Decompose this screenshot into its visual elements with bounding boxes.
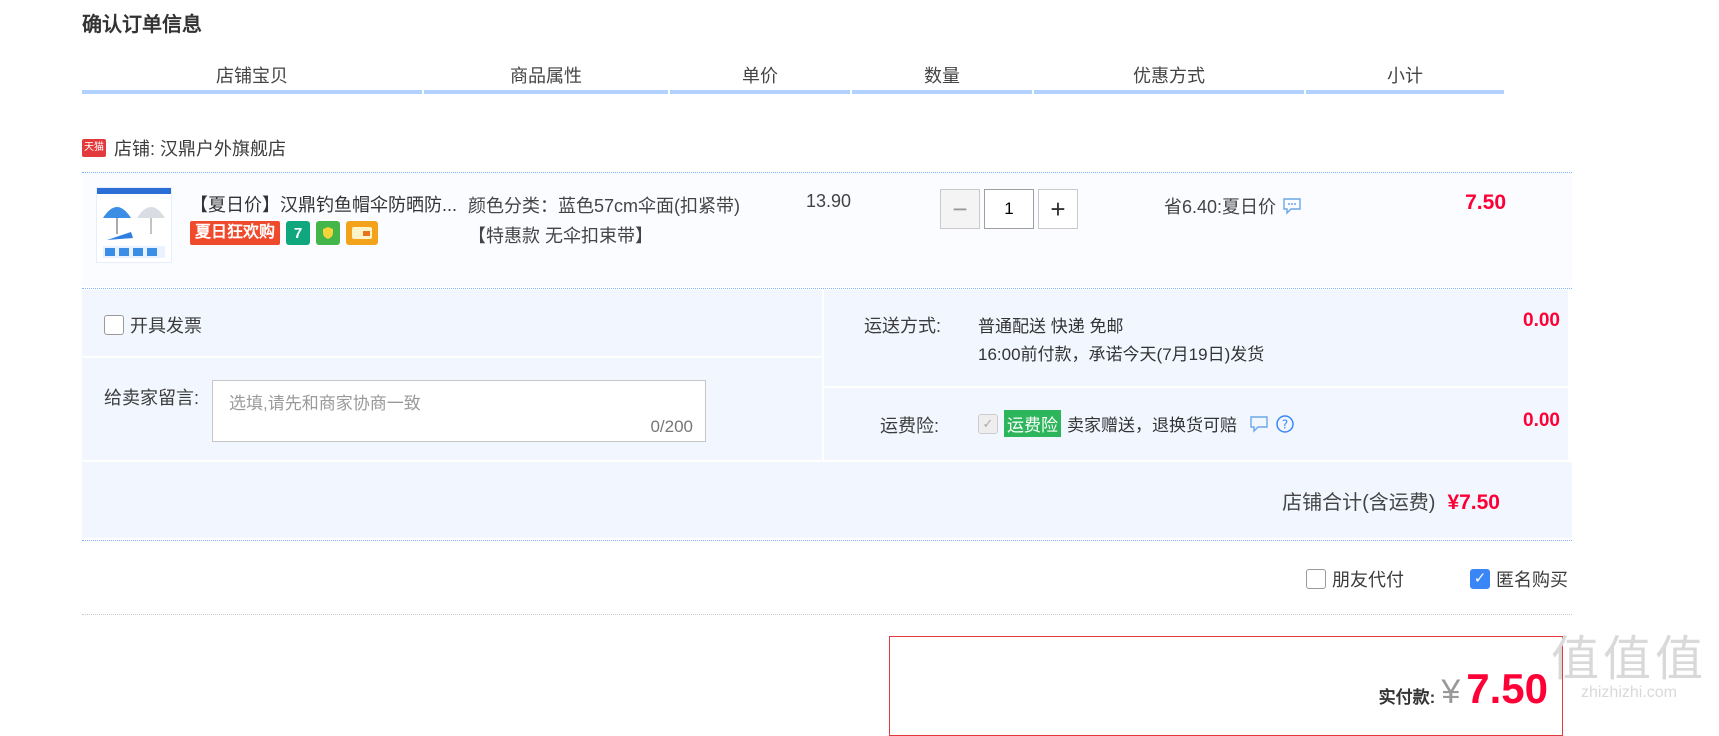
quantity-increase-button[interactable]: +: [1038, 189, 1078, 229]
invoice-checkbox[interactable]: [104, 315, 124, 335]
insurance-fee: 0.00: [1523, 410, 1560, 431]
comment-icon[interactable]: [1282, 197, 1302, 215]
guarantee-icon: [316, 221, 341, 245]
shipping-fee: 0.00: [1523, 310, 1560, 331]
anonymous-option[interactable]: ✓ 匿名购买: [1470, 566, 1568, 592]
shipping-promise: 16:00前付款，承诺今天(7月19日)发货: [978, 345, 1265, 364]
final-label: 实付款:: [1378, 688, 1436, 707]
shop-total-value: ¥7.50: [1447, 491, 1500, 514]
insurance-section: 运费险: ✓ 运费险 卖家赠送，退换货可赔 ? 0.00: [824, 388, 1568, 460]
help-icon[interactable]: ?: [1275, 414, 1295, 434]
shop-line: 天猫 店铺: 汉鼎户外旗舰店: [82, 136, 286, 160]
memo-textarea[interactable]: 选填,请先和商家协商一致 0/200: [212, 380, 706, 442]
product-title[interactable]: 【夏日价】汉鼎钓鱼帽伞防晒防...: [190, 191, 470, 217]
header-attributes: 商品属性: [424, 62, 668, 94]
memo-section: 给卖家留言: 选填,请先和商家协商一致 0/200: [82, 358, 822, 460]
product-thumbnail[interactable]: [96, 187, 172, 263]
watermark-domain: zhizhizhi.com: [1580, 684, 1677, 701]
discount-info: 省6.40:夏日价: [1164, 193, 1302, 219]
insurance-checkbox: ✓: [978, 413, 998, 434]
watermark: 值值值 zhizhizhi.com: [1551, 636, 1707, 702]
watermark-glyphs: 值值值: [1550, 633, 1707, 686]
order-item-row: 【夏日价】汉鼎钓鱼帽伞防晒防... 夏日狂欢购 7 颜色分类：蓝色57cm伞面(…: [82, 173, 1572, 287]
insurance-label: 运费险:: [880, 416, 940, 436]
insurance-desc: 卖家赠送，退换货可赔: [1067, 416, 1237, 435]
discount-text: 省6.40:夏日价: [1164, 197, 1277, 217]
promo-badges: 夏日狂欢购 7: [190, 221, 379, 245]
header-subtotal: 小计: [1306, 62, 1504, 94]
shipping-method[interactable]: 普通配送 快递 免邮: [978, 312, 1123, 337]
seven-day-return-icon: 7: [286, 221, 311, 245]
final-currency: ¥: [1441, 673, 1461, 711]
anonymous-label: 匿名购买: [1496, 570, 1568, 590]
page-title: 确认订单信息: [82, 14, 202, 36]
invoice-label: 开具发票: [130, 316, 202, 336]
anonymous-checkbox[interactable]: ✓: [1470, 569, 1490, 589]
invoice-section: 开具发票: [82, 290, 822, 356]
friend-pay-option[interactable]: 朋友代付: [1306, 566, 1404, 592]
product-attributes: 颜色分类：蓝色57cm伞面(扣紧带)【特惠款 无伞扣束带】: [468, 196, 741, 246]
shop-name[interactable]: 店铺: 汉鼎户外旗舰店: [114, 135, 286, 161]
unit-price: 13.90: [806, 191, 852, 211]
friend-pay-checkbox[interactable]: [1306, 569, 1326, 589]
quantity-input[interactable]: [984, 189, 1034, 229]
friend-pay-label: 朋友代付: [1332, 570, 1404, 590]
quantity-stepper: − +: [940, 189, 1078, 229]
tmall-icon: 天猫: [82, 139, 106, 157]
svg-text:?: ?: [1282, 417, 1288, 431]
comment-icon[interactable]: [1249, 415, 1269, 433]
quantity-decrease-button[interactable]: −: [940, 189, 980, 229]
table-header: 店铺宝贝 商品属性 单价 数量 优惠方式 小计: [82, 62, 1572, 96]
shop-total-label: 店铺合计(含运费): [1282, 492, 1436, 514]
header-discount: 优惠方式: [1034, 62, 1304, 94]
shipping-label: 运送方式:: [864, 316, 942, 336]
header-quantity: 数量: [852, 62, 1032, 94]
promo-badge: 夏日狂欢购: [190, 221, 281, 245]
insurance-tag: 运费险: [1004, 410, 1061, 437]
header-unit-price: 单价: [670, 62, 850, 94]
shipping-section: 运送方式: 普通配送 快递 免邮 16:00前付款，承诺今天(7月19日)发货 …: [824, 290, 1568, 386]
memo-label: 给卖家留言:: [104, 388, 200, 408]
item-subtotal: 7.50: [1465, 191, 1506, 214]
final-amount: 7.50: [1466, 665, 1548, 712]
card-icon: [346, 221, 379, 245]
shop-total-section: 店铺合计(含运费) ¥7.50: [82, 462, 1572, 538]
memo-placeholder: 选填,请先和商家协商一致: [229, 394, 421, 413]
memo-counter: 0/200: [650, 417, 693, 436]
header-shop-item: 店铺宝贝: [82, 62, 422, 94]
final-payment-box: 实付款: ¥ 7.50: [889, 636, 1563, 736]
